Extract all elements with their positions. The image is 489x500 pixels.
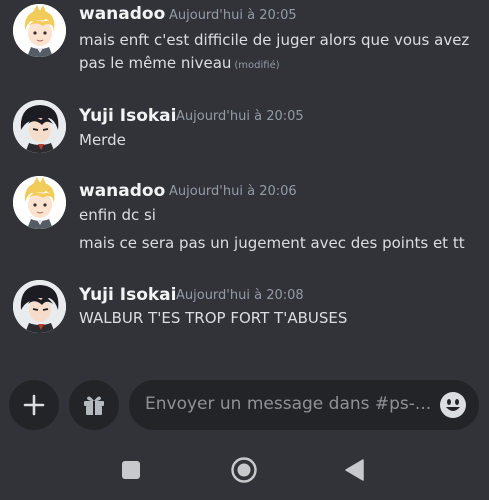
back-triangle-icon[interactable] — [344, 458, 366, 482]
author-name[interactable]: Yuji Isokai — [79, 285, 176, 305]
timestamp: Aujourd'hui à 20:05 — [176, 109, 304, 124]
message-text: mais enft c'est difficile de juger alors… — [79, 31, 470, 49]
message-text-content: pas le même niveau — [79, 54, 232, 72]
emoji-icon[interactable] — [439, 391, 467, 419]
avatar-wanadoo[interactable] — [13, 4, 66, 57]
message-input[interactable]: Envoyer un message dans #ps-... — [129, 380, 479, 430]
message-input-placeholder: Envoyer un message dans #ps-... — [145, 394, 432, 414]
system-navigation-bar — [0, 440, 489, 500]
add-attachment-button[interactable] — [9, 380, 59, 430]
timestamp: Aujourd'hui à 20:08 — [176, 288, 304, 303]
author-name[interactable]: Yuji Isokai — [79, 106, 176, 126]
author-name[interactable]: wanadoo — [79, 4, 165, 24]
square-icon[interactable] — [120, 459, 142, 481]
gift-button[interactable] — [69, 380, 119, 430]
message-text: mais ce sera pas un jugement avec des po… — [79, 234, 465, 252]
message-composer: Envoyer un message dans #ps-... — [0, 370, 489, 440]
message-text: Merde — [79, 131, 126, 149]
timestamp: Aujourd'hui à 20:06 — [169, 184, 297, 199]
message-text: pas le même niveau (modifié) — [79, 54, 280, 72]
edited-label: (modifié) — [234, 60, 280, 71]
gift-icon — [84, 396, 104, 415]
avatar-yuji[interactable] — [13, 280, 66, 333]
author-name[interactable]: wanadoo — [79, 181, 165, 201]
message-text: WALBUR T'ES TROP FORT T'ABUSES — [79, 309, 348, 327]
plus-icon — [23, 394, 45, 416]
circle-icon[interactable] — [230, 456, 258, 484]
message-text: enfin dc si — [79, 206, 156, 224]
timestamp: Aujourd'hui à 20:05 — [169, 8, 297, 23]
avatar-yuji[interactable] — [13, 100, 66, 153]
avatar-wanadoo[interactable] — [13, 176, 66, 229]
